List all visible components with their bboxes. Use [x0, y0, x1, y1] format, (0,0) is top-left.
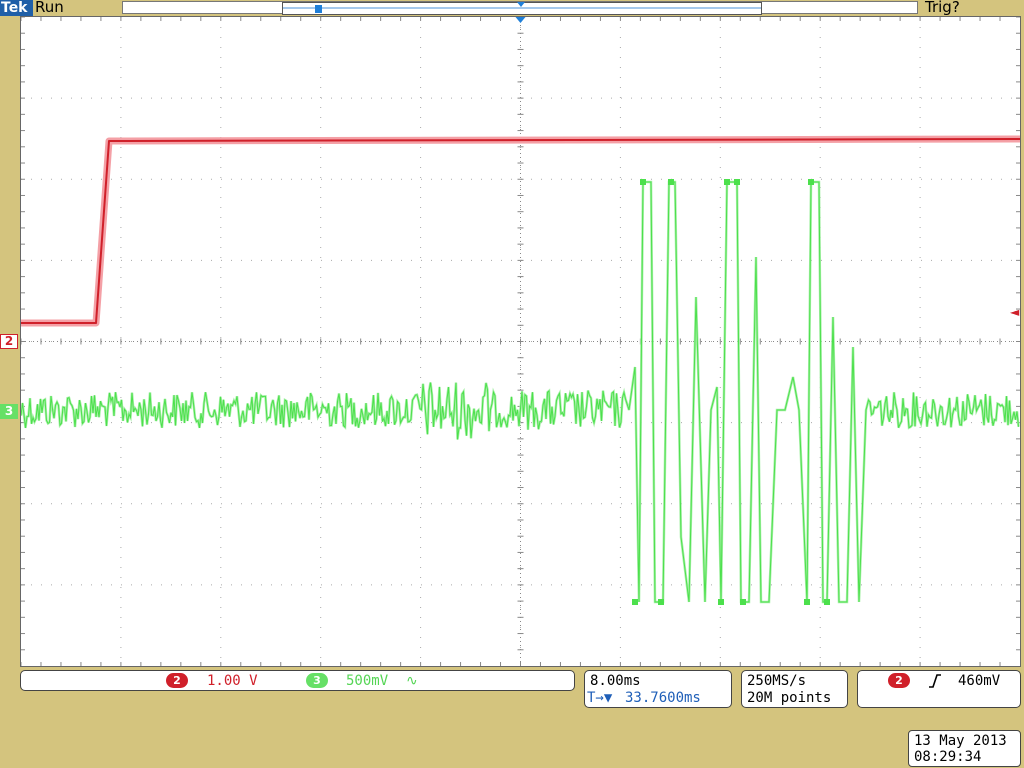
sample-rate: 250MS/s: [747, 673, 807, 689]
ch3-rail-dot: [804, 599, 810, 605]
acquisition-readout[interactable]: 250MS/s 20M points: [741, 670, 848, 708]
trigger-state: Trig?: [925, 0, 960, 16]
timebase-readout[interactable]: 8.00ms T→▼ 33.7600ms: [584, 670, 732, 708]
ch2-badge: 2: [166, 673, 188, 688]
ch3-trace-glow: [21, 180, 1020, 604]
waveform-display[interactable]: [20, 16, 1021, 667]
time: 08:29:34: [914, 749, 982, 765]
ch3-rail-dot: [740, 599, 746, 605]
record-length: 20M points: [747, 690, 832, 706]
ch2-scale: 1.00 V: [207, 673, 258, 689]
ch3-badge: 3: [306, 673, 328, 688]
ch3-coupling-icon: ∿: [406, 673, 418, 689]
ch3-rail-dot: [734, 179, 740, 185]
trigger-readout[interactable]: 2 460mV: [857, 670, 1021, 708]
trigger-level-arrow-icon[interactable]: ◄: [1010, 305, 1019, 319]
brand-logo: Tek: [0, 0, 33, 16]
ch2-trace-band: [21, 135, 1020, 327]
trigger-source-badge: 2: [888, 673, 910, 688]
trigger-position-arrow: [515, 17, 526, 23]
record-overview-bar[interactable]: [122, 1, 918, 15]
date: 13 May 2013: [914, 733, 1007, 749]
ch2-trace: [21, 138, 1020, 324]
record-overview-graphic: [283, 2, 761, 13]
ch3-ground-marker[interactable]: 3: [0, 404, 18, 419]
ch3-rail-dot: [668, 179, 674, 185]
delay-icon: T→▼: [587, 690, 613, 706]
ch3-rail-dot: [640, 179, 646, 185]
datetime-readout: 13 May 2013 08:29:34: [908, 730, 1021, 767]
ch2-ground-marker[interactable]: 2: [0, 334, 18, 349]
ch3-rail-dot: [718, 599, 724, 605]
trigger-level: 460mV: [958, 673, 1001, 689]
ch3-rail-dot: [824, 599, 830, 605]
horizontal-delay: 33.7600ms: [625, 690, 701, 706]
waveform-graticule: [21, 17, 1020, 666]
ch3-trace: [21, 181, 1019, 603]
status-bar: Tek Run Trig?: [0, 0, 1024, 16]
rising-edge-icon: [929, 674, 941, 688]
ch3-rail-dot: [808, 179, 814, 185]
horizontal-scale: 8.00ms: [590, 673, 641, 689]
channel-readout[interactable]: 2 1.00 V 3 500mV ∿: [20, 670, 575, 691]
ch3-rail-dot: [724, 179, 730, 185]
ch3-rail-dot: [658, 599, 664, 605]
ch3-scale: 500mV: [346, 673, 389, 689]
ch3-rail-dot: [632, 599, 638, 605]
acquisition-state: Run: [35, 0, 64, 16]
